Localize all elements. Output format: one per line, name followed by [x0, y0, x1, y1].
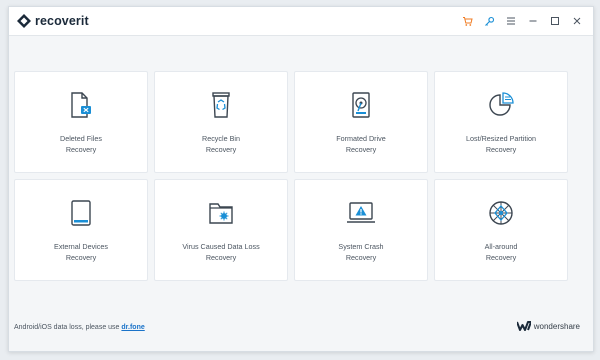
- card-title: Deleted Files: [60, 134, 102, 143]
- recycle-bin-icon: [206, 90, 236, 120]
- close-button[interactable]: [567, 11, 587, 31]
- card-label: Virus Caused Data Loss Recovery: [182, 242, 259, 263]
- card-subtitle: Recovery: [485, 252, 517, 262]
- card-label: Recycle Bin Recovery: [202, 134, 240, 155]
- maximize-icon: [551, 17, 559, 25]
- deleted-file-icon: [66, 90, 96, 120]
- register-key-button[interactable]: [479, 11, 499, 31]
- card-subtitle: Recovery: [345, 252, 377, 262]
- menu-icon: [507, 17, 515, 25]
- wondershare-logo-icon: [516, 321, 531, 331]
- close-icon: [573, 17, 581, 25]
- deleted-files-recovery-card[interactable]: Deleted Files Recovery: [14, 71, 148, 173]
- card-subtitle: Recovery: [485, 144, 517, 154]
- system-crash-recovery-card[interactable]: System Crash Recovery: [294, 179, 428, 281]
- card-subtitle: Recovery: [345, 144, 377, 154]
- recovery-mode-grid: Deleted Files Recovery Recycle Bin Recov…: [14, 71, 568, 281]
- app-name: recoverit: [35, 14, 89, 28]
- external-device-icon: [66, 198, 96, 228]
- card-title: External Devices: [54, 242, 108, 251]
- card-label: System Crash Recovery: [338, 242, 383, 263]
- external-devices-recovery-card[interactable]: External Devices Recovery: [14, 179, 148, 281]
- app-logo: recoverit: [17, 14, 89, 28]
- system-crash-icon: [346, 198, 376, 228]
- minimize-button[interactable]: [523, 11, 543, 31]
- partition-icon: [486, 90, 516, 120]
- cart-icon: [462, 16, 473, 26]
- brand-name: wondershare: [533, 321, 580, 331]
- card-title: Lost/Resized Partition: [466, 134, 536, 143]
- virus-data-loss-recovery-card[interactable]: Virus Caused Data Loss Recovery: [154, 179, 288, 281]
- card-subtitle: Recovery: [205, 144, 237, 154]
- card-subtitle: Recovery: [205, 252, 237, 262]
- card-title: Formated Drive: [336, 134, 386, 143]
- key-icon: [484, 16, 494, 26]
- all-around-icon: [486, 198, 516, 228]
- virus-folder-icon: [206, 198, 236, 228]
- card-title: Virus Caused Data Loss: [182, 242, 260, 251]
- menu-button[interactable]: [501, 11, 521, 31]
- footer-note: Android/iOS data loss, please use dr.fon…: [14, 324, 145, 331]
- card-label: External Devices Recovery: [54, 242, 108, 263]
- card-subtitle: Recovery: [65, 252, 97, 262]
- footer-note-text: Android/iOS data loss, please use: [14, 324, 120, 331]
- recycle-bin-recovery-card[interactable]: Recycle Bin Recovery: [154, 71, 288, 173]
- recoverit-logo-icon: [17, 14, 31, 28]
- maximize-button[interactable]: [545, 11, 565, 31]
- card-title: All-around: [484, 242, 518, 251]
- minimize-icon: [529, 20, 537, 22]
- card-label: All-around Recovery: [485, 242, 518, 263]
- wondershare-brand: wondershare: [516, 321, 580, 331]
- hard-drive-icon: [346, 90, 376, 120]
- drfone-link[interactable]: dr.fone: [121, 324, 144, 331]
- card-subtitle: Recovery: [65, 144, 97, 154]
- formatted-drive-recovery-card[interactable]: Formated Drive Recovery: [294, 71, 428, 173]
- all-around-recovery-card[interactable]: All-around Recovery: [434, 179, 568, 281]
- title-bar: recoverit: [9, 7, 593, 36]
- card-title: Recycle Bin: [202, 134, 240, 143]
- window-controls: [455, 11, 587, 31]
- card-title: System Crash: [338, 242, 384, 251]
- lost-partition-recovery-card[interactable]: Lost/Resized Partition Recovery: [434, 71, 568, 173]
- cart-button[interactable]: [457, 11, 477, 31]
- card-label: Formated Drive Recovery: [336, 134, 386, 155]
- card-label: Deleted Files Recovery: [60, 134, 102, 155]
- card-label: Lost/Resized Partition Recovery: [466, 134, 536, 155]
